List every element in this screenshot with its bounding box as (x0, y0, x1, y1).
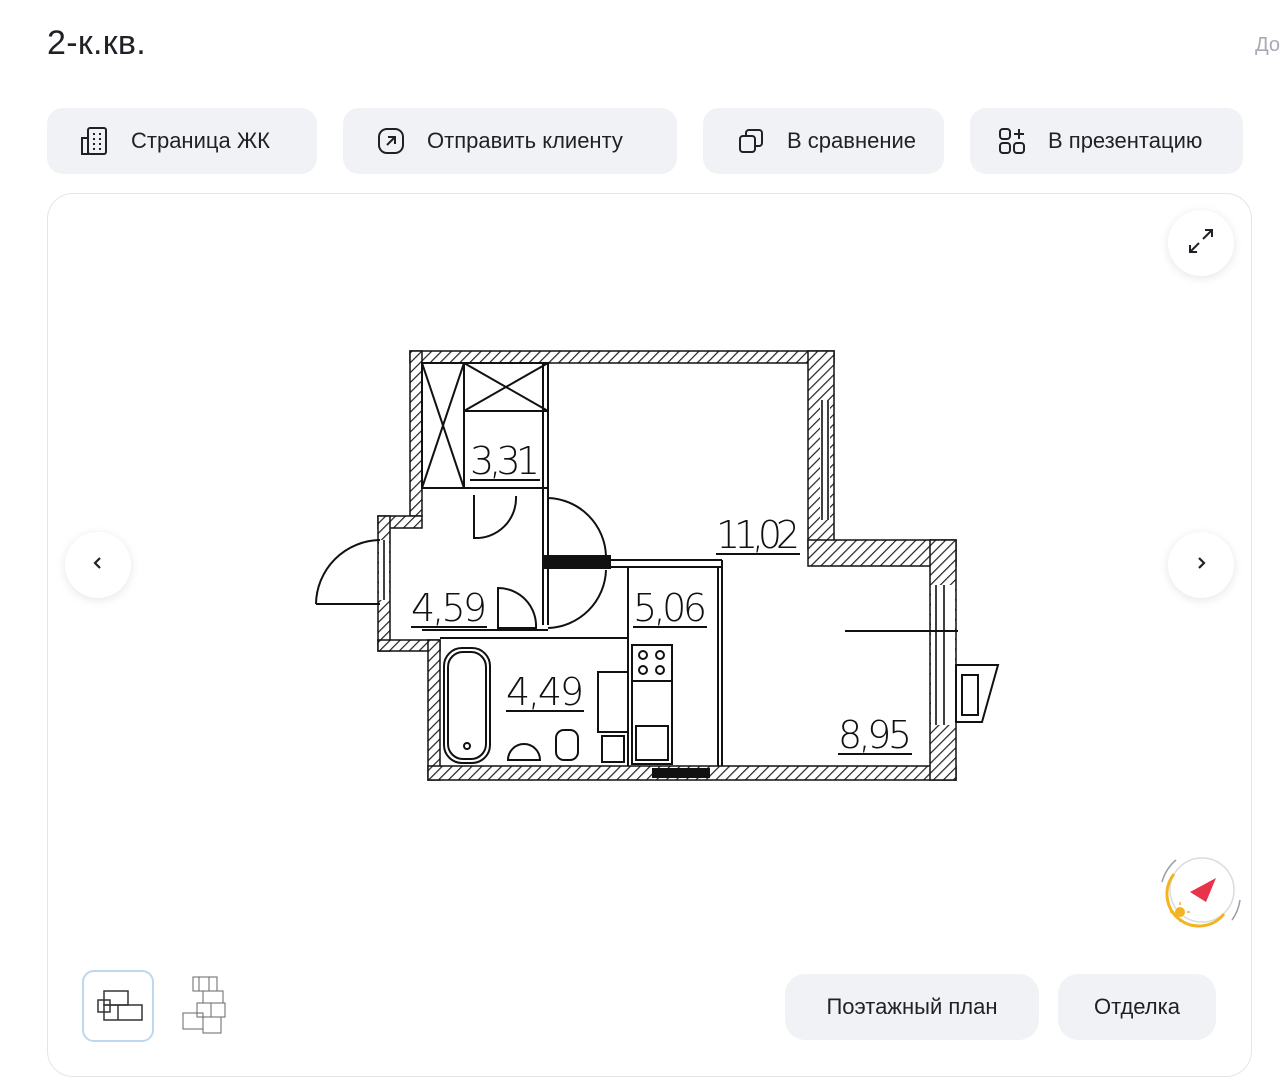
complex-page-button[interactable]: Страница ЖК (47, 108, 317, 174)
room-area-label: 11,02 (716, 513, 800, 557)
next-image-button[interactable] (1168, 532, 1234, 598)
presentation-button[interactable]: В презентацию (970, 108, 1243, 174)
expand-button[interactable] (1168, 210, 1234, 276)
room-area-label: 4,49 (506, 670, 584, 714)
compare-label: В сравнение (787, 128, 917, 153)
room-area-label: 4,59 (411, 586, 487, 630)
expand-icon (1186, 226, 1216, 261)
presentation-label: В презентацию (1048, 128, 1203, 153)
page-title: 2-к.кв. (47, 24, 147, 62)
finishing-button[interactable]: Отделка (1058, 974, 1216, 1040)
building-icon (79, 125, 111, 157)
header-right-text[interactable]: До (1255, 34, 1280, 57)
complex-page-label: Страница ЖК (131, 128, 270, 153)
thumbnail-apartment-plan[interactable] (82, 970, 154, 1042)
grid-plus-icon (996, 125, 1028, 157)
room-area-label: 5,06 (633, 586, 707, 630)
compare-button[interactable]: В сравнение (703, 108, 944, 174)
room-area-label: 3,31 (470, 439, 540, 483)
copy-icon (735, 125, 767, 157)
apartment-floor-plan: 3,31 11,02 4,59 5,06 4,49 8,95 (315, 350, 1000, 781)
floor-plan-button[interactable]: Поэтажный план (785, 974, 1039, 1040)
prev-image-button[interactable] (65, 532, 131, 598)
chevron-left-icon (90, 555, 106, 576)
compass-icon[interactable] (1152, 852, 1252, 932)
chevron-right-icon (1193, 555, 1209, 576)
send-to-client-label: Отправить клиенту (427, 128, 623, 153)
thumbnail-floor-plan[interactable] (170, 970, 242, 1042)
send-to-client-button[interactable]: Отправить клиенту (343, 108, 677, 174)
arrow-up-right-icon (375, 125, 407, 157)
room-area-label: 8,95 (838, 713, 912, 757)
